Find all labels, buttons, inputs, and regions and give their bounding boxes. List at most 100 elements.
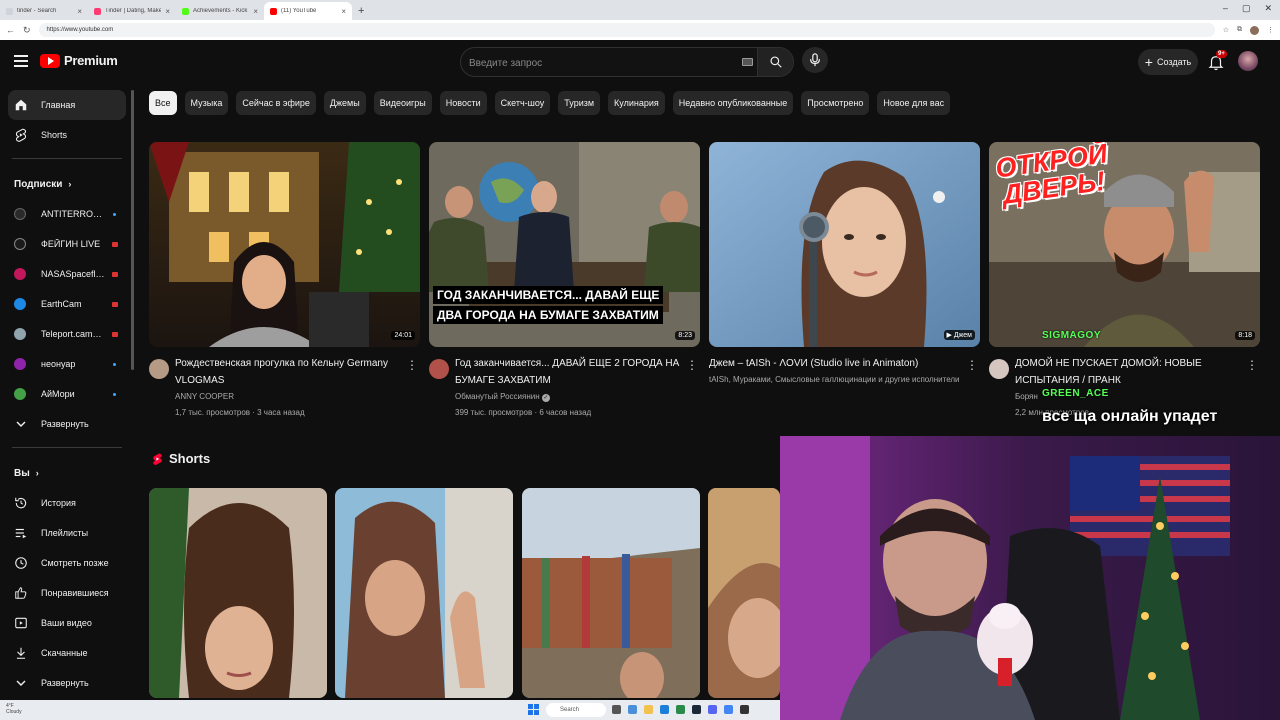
channel-name[interactable]: tAISh, Мураками, Смысловые галлюцинации … (709, 372, 980, 388)
more-options-icon[interactable]: ⋮ (406, 359, 418, 371)
search-button[interactable] (757, 48, 793, 76)
close-icon[interactable]: × (165, 7, 170, 16)
sidebar-subscriptions-header[interactable]: Подписки › (8, 169, 126, 199)
back-icon[interactable]: ← (6, 25, 15, 35)
chip-music[interactable]: Музыка (184, 91, 229, 115)
sidebar-subscription[interactable]: EarthCam (8, 289, 126, 319)
reload-icon[interactable]: ↻ (23, 25, 31, 36)
video-card[interactable]: ГОД ЗАКАНЧИВАЕТСЯ... ДАВАЙ ЕЩЕ ДВА ГОРОД… (429, 142, 700, 421)
task-view-icon[interactable] (612, 705, 621, 714)
close-window-icon[interactable]: ✕ (1264, 3, 1272, 14)
chip-travel[interactable]: Туризм (558, 91, 601, 115)
chip-cooking[interactable]: Кулинария (608, 91, 665, 115)
chip-recent[interactable]: Недавно опубликованные (672, 91, 794, 115)
video-thumbnail[interactable]: ГОД ЗАКАНЧИВАЕТСЯ... ДАВАЙ ЕЩЕ ДВА ГОРОД… (429, 142, 700, 347)
create-button[interactable]: + Создать (1138, 49, 1198, 75)
tab-favicon-icon (270, 7, 277, 15)
taskbar-search[interactable]: Search (546, 703, 606, 717)
sidebar-item-history[interactable]: История (8, 488, 126, 518)
url-field[interactable]: https://www.youtube.com (38, 23, 1215, 37)
sidebar-subscription[interactable]: ANTITERROR Ch... (8, 199, 126, 229)
browser-tab[interactable]: Tinder | Dating, Make Friends & M × (88, 2, 176, 20)
chip-games[interactable]: Видеоигры (373, 91, 432, 115)
sidebar-subscription[interactable]: NASASpaceflight (8, 259, 126, 289)
close-icon[interactable]: × (77, 7, 82, 16)
chip-news[interactable]: Новости (439, 91, 487, 115)
sidebar-item-downloads[interactable]: Скачанные (8, 638, 126, 668)
video-title[interactable]: Рождественская прогулка по Кельну German… (175, 355, 420, 389)
sidebar-item-shorts[interactable]: Shorts (8, 120, 126, 150)
short-card[interactable] (522, 488, 700, 698)
close-icon[interactable]: × (253, 7, 258, 16)
short-card[interactable] (335, 488, 513, 698)
sidebar-item-home[interactable]: Главная (8, 90, 126, 120)
search-box (460, 47, 794, 77)
video-card[interactable]: 24:01 Рождественская прогулка по Кельну … (149, 142, 420, 421)
short-card[interactable] (708, 488, 780, 698)
video-thumbnail[interactable]: 24:01 (149, 142, 420, 347)
new-content-dot (113, 362, 116, 366)
chip-sketch[interactable]: Скетч-шоу (494, 91, 551, 115)
chip-watched[interactable]: Просмотрено (801, 91, 870, 115)
video-thumbnail[interactable]: ▶ Джем (709, 142, 980, 347)
sidebar-item-watch-later[interactable]: Смотреть позже (8, 548, 126, 578)
browser-tab[interactable]: tinder - Search × (0, 2, 88, 20)
account-avatar[interactable] (1238, 51, 1258, 71)
video-thumbnail[interactable]: ОТКРОЙ ДВЕРЬ! 8:18 (989, 142, 1260, 347)
minimize-icon[interactable]: – (1223, 3, 1228, 14)
sidebar-scrollbar[interactable] (131, 90, 134, 370)
video-stats: 1,7 тыс. просмотров · 3 часа назад (175, 408, 305, 417)
chip-live[interactable]: Сейчас в эфире (236, 91, 316, 115)
discord-icon[interactable] (708, 705, 717, 714)
app-icon[interactable] (660, 705, 669, 714)
app-icon[interactable] (676, 705, 685, 714)
chip-all[interactable]: Все (149, 91, 177, 115)
profile-icon[interactable] (1250, 25, 1259, 35)
address-bar: ← ↻ https://www.youtube.com ☆ ⧉ ⋮ (0, 20, 1280, 40)
star-icon[interactable]: ☆ (1223, 26, 1229, 34)
more-options-icon[interactable]: ⋮ (966, 359, 978, 371)
start-menu-icon[interactable] (528, 704, 539, 715)
chrome-icon[interactable] (724, 705, 733, 714)
maximize-icon[interactable]: ▢ (1242, 3, 1251, 14)
sidebar-subscription[interactable]: неонуар (8, 349, 126, 379)
extensions-icon[interactable]: ⧉ (1237, 26, 1242, 34)
video-title[interactable]: Год заканчивается... ДАВАЙ ЕЩЕ 2 ГОРОДА … (455, 355, 700, 389)
youtube-logo[interactable]: Premium (40, 53, 118, 68)
sidebar-you-header[interactable]: Вы › (8, 458, 126, 488)
channel-avatar[interactable] (149, 359, 169, 379)
menu-icon[interactable] (14, 54, 28, 68)
close-icon[interactable]: × (341, 7, 346, 16)
short-card[interactable] (149, 488, 327, 698)
browser-tab-active[interactable]: (11) YouTube × (264, 2, 352, 20)
browser-tab[interactable]: Achievements - Kick Dashboard × (176, 2, 264, 20)
sidebar-subscription[interactable]: ФЕЙГИН LIVE (8, 229, 126, 259)
keyboard-icon[interactable] (742, 58, 753, 66)
browser-menu-icon[interactable]: ⋮ (1267, 26, 1274, 34)
more-options-icon[interactable]: ⋮ (686, 359, 698, 371)
channel-name[interactable]: ANNY COOPER (175, 389, 420, 405)
sidebar-expand-you[interactable]: Развернуть (8, 668, 126, 698)
video-card[interactable]: ▶ Джем Джем – tAISh - ΛOVИ (Studio live … (709, 142, 980, 388)
channel-row[interactable]: Обманутый Россиянин ✓ (455, 389, 700, 405)
file-explorer-icon[interactable] (644, 705, 653, 714)
widgets-icon[interactable] (628, 705, 637, 714)
chip-new-for-you[interactable]: Новое для вас (877, 91, 951, 115)
sidebar-expand-subscriptions[interactable]: Развернуть (8, 409, 126, 439)
channel-avatar[interactable] (429, 359, 449, 379)
sidebar-item-liked[interactable]: Понравившиеся (8, 578, 126, 608)
sidebar-item-your-videos[interactable]: Ваши видео (8, 608, 126, 638)
steam-icon[interactable] (692, 705, 701, 714)
chip-jams[interactable]: Джемы (323, 91, 366, 115)
weather-widget[interactable]: 4°F Cloudy (6, 703, 22, 715)
video-title[interactable]: Джем – tAISh - ΛOVИ (Studio live in Anim… (709, 355, 980, 372)
sidebar-subscription[interactable]: АйМори (8, 379, 126, 409)
obs-icon[interactable] (740, 705, 749, 714)
voice-search-button[interactable] (802, 47, 828, 73)
tab-label: tinder - Search (17, 8, 57, 14)
new-tab-icon[interactable]: + (358, 2, 364, 20)
sidebar-item-playlists[interactable]: Плейлисты (8, 518, 126, 548)
sidebar-subscription[interactable]: Teleport.camera (8, 319, 126, 349)
channel-avatar[interactable] (989, 359, 1009, 379)
search-input[interactable] (469, 54, 729, 72)
